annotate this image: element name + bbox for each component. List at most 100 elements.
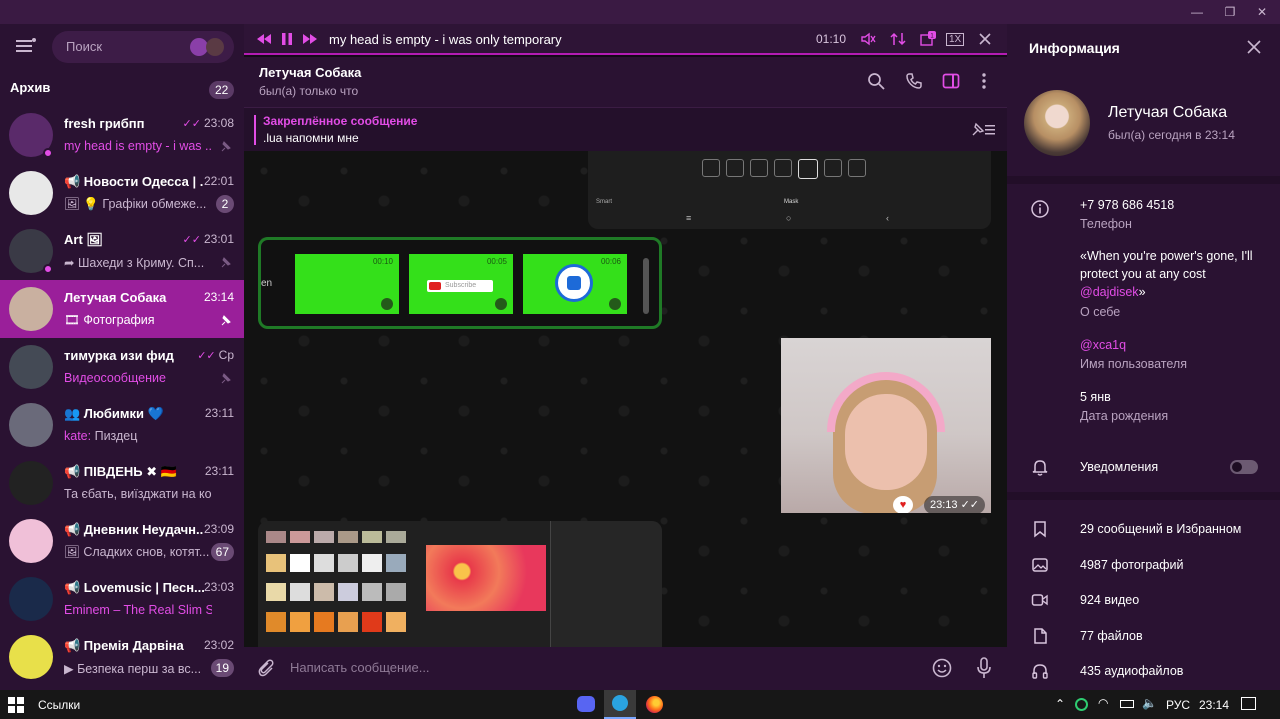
search-icon[interactable] xyxy=(867,72,885,90)
heart-reaction-icon[interactable]: ♥ xyxy=(893,496,913,513)
avatar xyxy=(9,403,53,447)
chat-item[interactable]: Летучая Собака 23:14 🎞 Фотография xyxy=(0,280,244,338)
avatar xyxy=(9,577,53,621)
chat-item[interactable]: 📢 Премія Дарвіна 23:02 ▶ Безпека перш за в… xyxy=(0,628,244,686)
download-icon[interactable] xyxy=(495,298,507,310)
chat-item[interactable]: Art 🖼 ✓✓ 23:01 ➦ Шахеди з Криму. Сп... xyxy=(0,222,244,280)
download-icon[interactable] xyxy=(609,298,621,310)
pinned-list-icon[interactable] xyxy=(970,121,996,137)
messages-area[interactable]: Smart Mask ≡ ○ ‹ en 00:10 00:05 Subscrib… xyxy=(244,151,1007,647)
bio-value[interactable]: «When you're power's gone, I'll protect … xyxy=(1080,247,1270,301)
preview-text: ▶ Безпека перш за вс... xyxy=(64,662,202,676)
notification-center-icon[interactable] xyxy=(1241,697,1256,710)
chat-item[interactable]: тимурка изи фид ✓✓ Ср Видеосообщение xyxy=(0,338,244,396)
pause-icon[interactable] xyxy=(279,31,295,47)
sidebar-toggle-icon[interactable] xyxy=(942,72,960,90)
clip-duration: 00:10 xyxy=(372,257,393,266)
green-clip-thumb[interactable]: 00:10 xyxy=(295,254,399,314)
taskbar-links[interactable]: Ссылки xyxy=(38,698,80,712)
stat-videos[interactable]: 924 видео xyxy=(1080,593,1139,607)
playback-speed[interactable]: 1X xyxy=(946,33,965,46)
title-bar: — ❐ ✕ xyxy=(0,0,1280,24)
battery-icon[interactable] xyxy=(1120,700,1134,708)
tray-up-arrow-icon[interactable]: ⌃ xyxy=(1055,697,1065,711)
chat-item[interactable]: 📢 Lovemusic | Песн... 23:03 Eminem – The R… xyxy=(0,570,244,628)
download-icon[interactable] xyxy=(381,298,393,310)
chat-preview: 🖼 Сладких снов, котят... xyxy=(64,545,212,560)
next-track-icon[interactable] xyxy=(302,31,318,47)
headphones-icon xyxy=(1032,664,1048,679)
clock[interactable]: 23:14 xyxy=(1199,698,1229,712)
chat-item[interactable]: 📢 ПІВДЕНЬ ✖ 🇩🇪 23:11 Та єбать, виїзджати н… xyxy=(0,454,244,512)
attach-icon[interactable] xyxy=(258,659,276,679)
stat-photos[interactable]: 4987 фотографий xyxy=(1080,558,1184,572)
chat-header[interactable]: Летучая Собака был(а) только что xyxy=(244,57,1007,107)
windows-start-icon[interactable] xyxy=(8,697,24,713)
sidebar-header: Поиск xyxy=(0,24,244,70)
emoji-icon[interactable] xyxy=(932,658,952,678)
message-composer[interactable]: Написать сообщение... xyxy=(244,647,1007,690)
chat-time-text: 22:01 xyxy=(203,174,234,188)
telegram-taskbar-button[interactable] xyxy=(604,690,636,719)
bookmark-icon xyxy=(1034,521,1046,538)
volume-icon[interactable] xyxy=(860,31,876,47)
wifi-icon[interactable]: ◠ xyxy=(1098,696,1108,710)
language-indicator[interactable]: РУС xyxy=(1166,698,1190,712)
more-options-icon[interactable] xyxy=(975,72,993,90)
bio-mention-link[interactable]: @dajdisek xyxy=(1080,285,1139,299)
message-time: 23:13 ✓✓ xyxy=(924,496,986,513)
chat-title[interactable]: Летучая Собака xyxy=(259,65,361,80)
speaker-icon[interactable]: 🔈 xyxy=(1142,696,1157,710)
previous-track-icon[interactable] xyxy=(256,31,272,47)
mask-label: Mask xyxy=(784,199,799,205)
chat-item[interactable]: 👥 Любимки 💙 23:11 kate: Пиздец xyxy=(0,396,244,454)
track-title[interactable]: my head is empty - i was only temporary xyxy=(329,32,562,47)
chat-item[interactable]: 📢 Дневник Неудачн... 23:09 🖼 Сладких снов,… xyxy=(0,512,244,570)
archive-label[interactable]: Архив xyxy=(10,80,50,95)
photo-message[interactable] xyxy=(258,521,662,647)
phone-icon[interactable] xyxy=(905,72,923,90)
close-window-icon[interactable]: ✕ xyxy=(1254,4,1270,20)
username-value[interactable]: @xca1q xyxy=(1080,336,1270,354)
chat-time-text: 23:08 xyxy=(203,116,234,130)
chat-item[interactable]: 📢 Новости Одесса | ... 22:01 🖼 💡 Графіки о… xyxy=(0,164,244,222)
chat-name: 📢 Lovemusic | Песн... xyxy=(64,580,204,595)
photo-message[interactable]: en 00:10 00:05 Subscribe 00:06 xyxy=(258,237,662,329)
bio-label: О себе xyxy=(1080,305,1121,319)
preview-image xyxy=(426,545,546,611)
message-input[interactable]: Написать сообщение... xyxy=(290,660,430,675)
firefox-icon[interactable] xyxy=(646,696,663,713)
repeat-order-icon[interactable] xyxy=(890,31,906,47)
close-icon[interactable] xyxy=(1247,40,1261,54)
maximize-icon[interactable]: ❐ xyxy=(1222,4,1238,20)
stat-files[interactable]: 77 файлов xyxy=(1080,629,1143,643)
en-label: en xyxy=(261,278,273,289)
search-input[interactable]: Поиск xyxy=(52,31,234,63)
scrollbar[interactable] xyxy=(643,258,649,314)
discord-icon[interactable] xyxy=(577,696,595,712)
profile-avatar[interactable] xyxy=(1024,90,1090,156)
stat-audio[interactable]: 435 аудиофайлов xyxy=(1080,664,1183,678)
pinned-message-bar[interactable]: Закреплённое сообщение .lua напомни мне xyxy=(244,107,1007,151)
green-clip-thumb[interactable]: 00:05 Subscribe xyxy=(409,254,513,314)
notifications-toggle[interactable] xyxy=(1230,460,1258,474)
minimize-icon[interactable]: — xyxy=(1189,4,1205,20)
stat-saved-messages[interactable]: 29 сообщений в Избранном xyxy=(1080,522,1241,536)
profile-name: Летучая Собака xyxy=(1108,104,1228,121)
microphone-icon[interactable] xyxy=(975,657,993,679)
telegram-window: — ❐ ✕ Поиск Архив 22 fresh грибпп ✓✓ 23:08… xyxy=(0,0,1280,719)
photo-message[interactable]: Smart Mask ≡ ○ ‹ xyxy=(588,151,991,229)
photo-message[interactable]: ♥ 23:13 ✓✓ xyxy=(781,338,991,513)
menu-icon[interactable] xyxy=(16,38,36,54)
telegram-icon xyxy=(612,695,628,711)
pin-icon xyxy=(221,315,231,326)
chat-item[interactable]: fresh грибпп ✓✓ 23:08 my head is empty - i … xyxy=(0,106,244,164)
tray-app-icon[interactable] xyxy=(1075,698,1088,711)
close-player-icon[interactable] xyxy=(977,31,993,47)
online-indicator xyxy=(43,264,53,274)
playlist-icon[interactable]: 1 xyxy=(920,31,936,47)
green-clip-thumb[interactable]: 00:06 xyxy=(523,254,627,314)
chat-time-text: 23:09 xyxy=(203,522,234,536)
phone-value[interactable]: +7 978 686 4518 xyxy=(1080,196,1270,214)
chat-time-text: 23:01 xyxy=(203,232,234,246)
